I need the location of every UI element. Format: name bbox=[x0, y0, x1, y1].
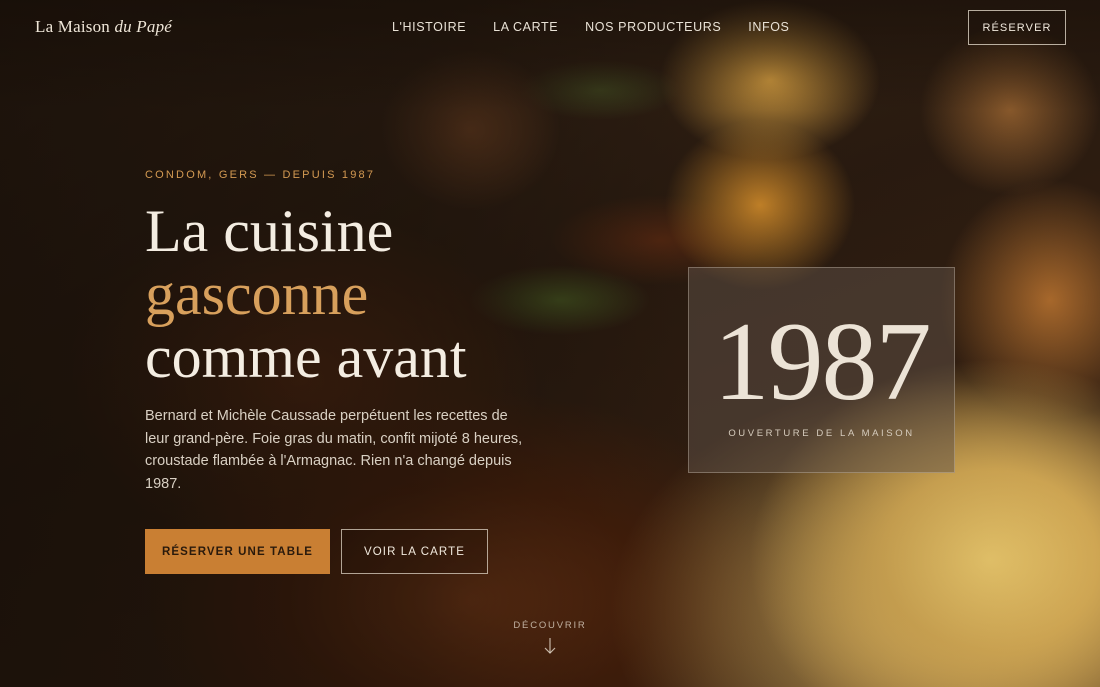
nav-item-infos[interactable]: INFOS bbox=[748, 20, 789, 34]
headline-line-3: comme avant bbox=[145, 324, 467, 390]
discover-label: DÉCOUVRIR bbox=[513, 620, 587, 631]
main-nav: L'HISTOIRE LA CARTE NOS PRODUCTEURS INFO… bbox=[392, 20, 789, 34]
hero-headline: La cuisine gasconne comme avant bbox=[145, 200, 467, 389]
view-menu-button[interactable]: VOIR LA CARTE bbox=[341, 529, 488, 574]
headline-line-1: La cuisine bbox=[145, 198, 394, 264]
brand-logo[interactable]: La Maison du Papé bbox=[35, 17, 172, 37]
arrow-down-icon bbox=[544, 638, 556, 654]
founding-year: 1987 bbox=[713, 300, 932, 424]
hero-description: Bernard et Michèle Caussade perpétuent l… bbox=[145, 408, 523, 492]
nav-item-carte[interactable]: LA CARTE bbox=[493, 20, 558, 34]
brand-name: La Maison bbox=[35, 17, 110, 36]
hero-eyebrow: CONDOM, GERS — DEPUIS 1987 bbox=[145, 169, 376, 181]
nav-item-histoire[interactable]: L'HISTOIRE bbox=[392, 20, 466, 34]
headline-accent: gasconne bbox=[145, 261, 369, 327]
brand-name-italic: du Papé bbox=[114, 17, 173, 36]
discover-scroll-cue[interactable]: DÉCOUVRIR bbox=[500, 620, 600, 655]
founding-year-caption: OUVERTURE DE LA MAISON bbox=[728, 428, 915, 439]
nav-item-producteurs[interactable]: NOS PRODUCTEURS bbox=[585, 20, 721, 34]
reserve-table-button[interactable]: RÉSERVER UNE TABLE bbox=[145, 529, 330, 574]
founding-year-card: 1987 OUVERTURE DE LA MAISON bbox=[688, 267, 955, 473]
reserve-button-header[interactable]: RÉSERVER bbox=[968, 10, 1066, 45]
